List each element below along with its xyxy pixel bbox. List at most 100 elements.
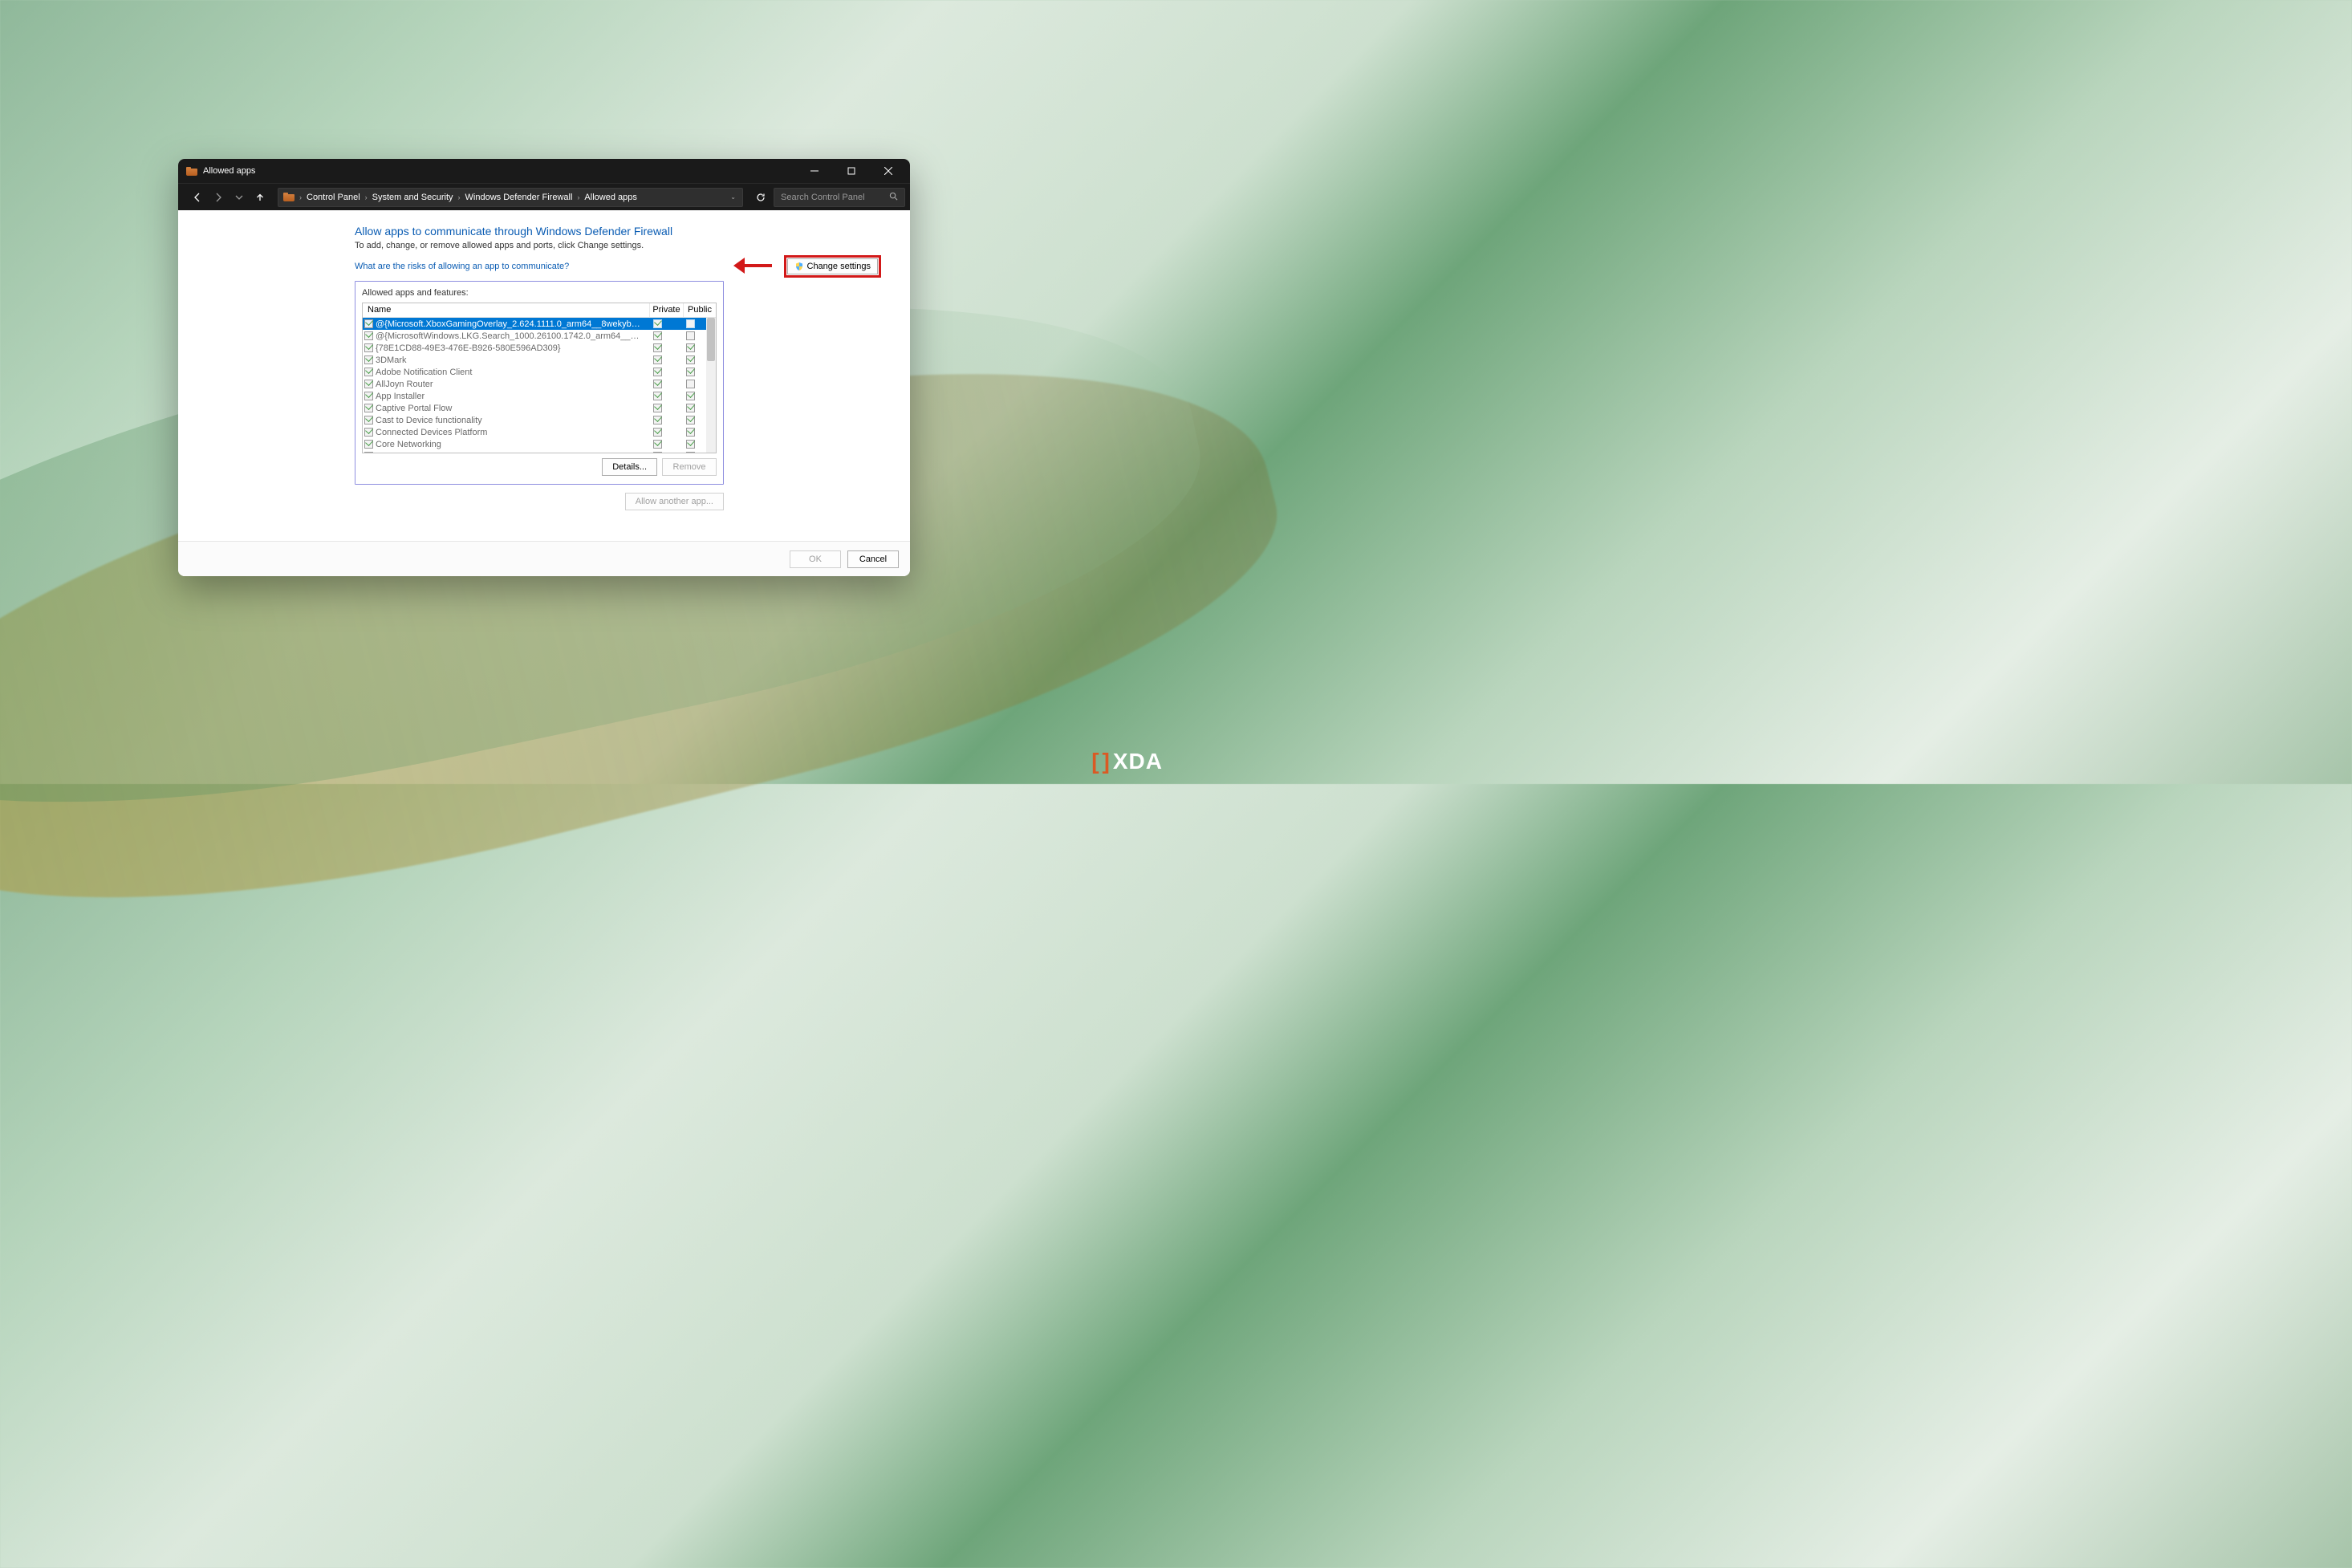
enable-checkbox[interactable] bbox=[364, 319, 373, 328]
private-checkbox[interactable] bbox=[653, 368, 662, 376]
private-checkbox[interactable] bbox=[653, 355, 662, 364]
table-row[interactable]: Core Networking Diagnostics bbox=[363, 450, 706, 453]
col-name[interactable]: Name bbox=[363, 303, 650, 317]
public-checkbox[interactable] bbox=[686, 440, 695, 449]
search-placeholder: Search Control Panel bbox=[781, 193, 865, 202]
col-public[interactable]: Public bbox=[684, 303, 716, 317]
private-checkbox[interactable] bbox=[653, 343, 662, 352]
app-name: AllJoyn Router bbox=[376, 380, 640, 389]
public-checkbox[interactable] bbox=[686, 355, 695, 364]
enable-checkbox[interactable] bbox=[364, 428, 373, 437]
enable-checkbox[interactable] bbox=[364, 452, 373, 453]
breadcrumb-item[interactable]: Windows Defender Firewall bbox=[465, 193, 573, 202]
address-bar[interactable]: › Control Panel › System and Security › … bbox=[278, 188, 743, 207]
back-button[interactable] bbox=[189, 189, 205, 205]
chevron-right-icon: › bbox=[577, 193, 579, 201]
app-name: Core Networking Diagnostics bbox=[376, 452, 640, 453]
forward-button[interactable] bbox=[210, 189, 226, 205]
table-row[interactable]: App Installer bbox=[363, 390, 706, 402]
enable-checkbox[interactable] bbox=[364, 392, 373, 400]
chevron-down-icon[interactable]: ⌄ bbox=[730, 193, 736, 201]
window: Allowed apps › Control Panel › System an… bbox=[178, 159, 910, 576]
public-checkbox[interactable] bbox=[686, 368, 695, 376]
public-checkbox[interactable] bbox=[686, 331, 695, 340]
col-private[interactable]: Private bbox=[650, 303, 684, 317]
table-row[interactable]: Connected Devices Platform bbox=[363, 426, 706, 438]
table-row[interactable]: Adobe Notification Client bbox=[363, 366, 706, 378]
recent-dropdown[interactable] bbox=[231, 189, 247, 205]
titlebar: Allowed apps bbox=[178, 159, 910, 183]
public-checkbox[interactable] bbox=[686, 452, 695, 453]
private-checkbox[interactable] bbox=[653, 416, 662, 424]
private-checkbox[interactable] bbox=[653, 392, 662, 400]
public-checkbox[interactable] bbox=[686, 380, 695, 388]
change-settings-label: Change settings bbox=[807, 262, 871, 271]
up-button[interactable] bbox=[252, 189, 268, 205]
app-name: 3DMark bbox=[376, 355, 640, 365]
window-title: Allowed apps bbox=[203, 166, 255, 176]
page-heading: Allow apps to communicate through Window… bbox=[355, 225, 878, 238]
enable-checkbox[interactable] bbox=[364, 416, 373, 424]
risk-link[interactable]: What are the risks of allowing an app to… bbox=[355, 262, 569, 271]
annotation-arrow bbox=[733, 258, 772, 274]
app-table: Name Private Public @{Microsoft.XboxGami… bbox=[362, 303, 717, 453]
private-checkbox[interactable] bbox=[653, 404, 662, 412]
page-subtext: To add, change, or remove allowed apps a… bbox=[355, 241, 878, 250]
folder-icon bbox=[186, 167, 197, 176]
remove-button[interactable]: Remove bbox=[662, 458, 717, 476]
breadcrumb-item[interactable]: Allowed apps bbox=[584, 193, 636, 202]
change-settings-button[interactable]: Change settings bbox=[787, 258, 879, 274]
close-button[interactable] bbox=[870, 159, 907, 183]
private-checkbox[interactable] bbox=[653, 319, 662, 328]
public-checkbox[interactable] bbox=[686, 404, 695, 412]
table-row[interactable]: Cast to Device functionality bbox=[363, 414, 706, 426]
public-checkbox[interactable] bbox=[686, 343, 695, 352]
allow-another-app-button[interactable]: Allow another app... bbox=[625, 493, 724, 510]
private-checkbox[interactable] bbox=[653, 452, 662, 453]
private-checkbox[interactable] bbox=[653, 428, 662, 437]
table-row[interactable]: {78E1CD88-49E3-476E-B926-580E596AD309} bbox=[363, 342, 706, 354]
private-checkbox[interactable] bbox=[653, 440, 662, 449]
dialog-buttons: OK Cancel bbox=[178, 541, 910, 576]
enable-checkbox[interactable] bbox=[364, 368, 373, 376]
app-name: Captive Portal Flow bbox=[376, 404, 640, 413]
public-checkbox[interactable] bbox=[686, 392, 695, 400]
ok-button[interactable]: OK bbox=[790, 550, 841, 568]
enable-checkbox[interactable] bbox=[364, 355, 373, 364]
refresh-button[interactable] bbox=[753, 189, 769, 205]
enable-checkbox[interactable] bbox=[364, 404, 373, 412]
list-label: Allowed apps and features: bbox=[362, 288, 717, 298]
table-row[interactable]: @{Microsoft.XboxGamingOverlay_2.624.1111… bbox=[363, 318, 706, 330]
private-checkbox[interactable] bbox=[653, 380, 662, 388]
public-checkbox[interactable] bbox=[686, 319, 695, 328]
table-row[interactable]: 3DMark bbox=[363, 354, 706, 366]
public-checkbox[interactable] bbox=[686, 416, 695, 424]
scrollbar[interactable] bbox=[706, 318, 716, 453]
scrollbar-thumb[interactable] bbox=[707, 318, 715, 361]
minimize-button[interactable] bbox=[796, 159, 833, 183]
chevron-right-icon: › bbox=[458, 193, 461, 201]
enable-checkbox[interactable] bbox=[364, 380, 373, 388]
allowed-apps-group: Allowed apps and features: Name Private … bbox=[355, 281, 724, 485]
public-checkbox[interactable] bbox=[686, 428, 695, 437]
table-row[interactable]: Captive Portal Flow bbox=[363, 402, 706, 414]
enable-checkbox[interactable] bbox=[364, 343, 373, 352]
table-row[interactable]: AllJoyn Router bbox=[363, 378, 706, 390]
table-row[interactable]: Core Networking bbox=[363, 438, 706, 450]
app-name: Cast to Device functionality bbox=[376, 416, 640, 425]
details-button[interactable]: Details... bbox=[602, 458, 657, 476]
private-checkbox[interactable] bbox=[653, 331, 662, 340]
table-header: Name Private Public bbox=[363, 303, 716, 318]
cancel-button[interactable]: Cancel bbox=[847, 550, 899, 568]
breadcrumb-item[interactable]: Control Panel bbox=[307, 193, 360, 202]
app-name: @{Microsoft.XboxGamingOverlay_2.624.1111… bbox=[376, 319, 640, 329]
enable-checkbox[interactable] bbox=[364, 331, 373, 340]
maximize-button[interactable] bbox=[833, 159, 870, 183]
table-row[interactable]: @{MicrosoftWindows.LKG.Search_1000.26100… bbox=[363, 330, 706, 342]
watermark: []XDA bbox=[1091, 749, 1163, 774]
app-name: Core Networking bbox=[376, 440, 640, 449]
chevron-right-icon: › bbox=[365, 193, 368, 201]
enable-checkbox[interactable] bbox=[364, 440, 373, 449]
breadcrumb-item[interactable]: System and Security bbox=[372, 193, 453, 202]
search-input[interactable]: Search Control Panel bbox=[774, 188, 905, 207]
